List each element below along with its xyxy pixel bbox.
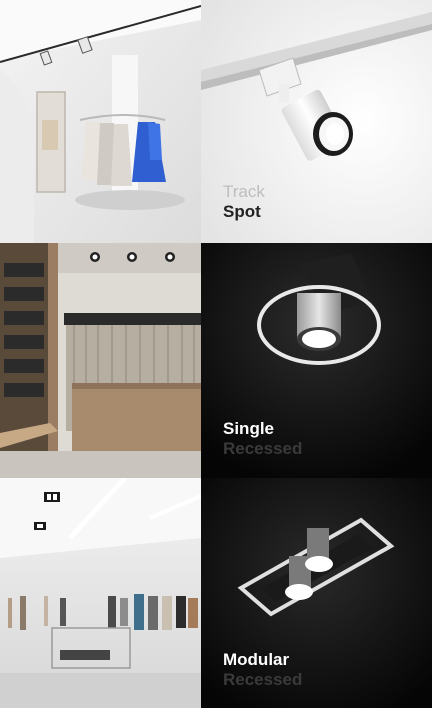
label-line2: Spot (223, 202, 261, 221)
label-line1: Single (223, 419, 275, 438)
label-line2: Recessed (223, 670, 303, 689)
label-line1: Track (223, 182, 265, 201)
product-grid: Track Spot Single Recessed Modular Reces… (0, 0, 432, 708)
modular-recessed-product[interactable]: Modular Recessed (201, 478, 432, 708)
boutique-photo-modular (0, 478, 201, 708)
boutique-photo-single (0, 243, 201, 478)
single-recessed-label: Single Recessed (223, 419, 302, 459)
label-line1: Modular (223, 650, 290, 669)
modular-recessed-label: Modular Recessed (223, 650, 302, 690)
boutique-photo-track (0, 0, 201, 243)
single-recessed-product[interactable]: Single Recessed (201, 243, 432, 478)
label-line2: Recessed (223, 439, 303, 458)
track-spot-product[interactable]: Track Spot (201, 0, 432, 243)
track-spot-label: Track Spot (223, 182, 265, 222)
